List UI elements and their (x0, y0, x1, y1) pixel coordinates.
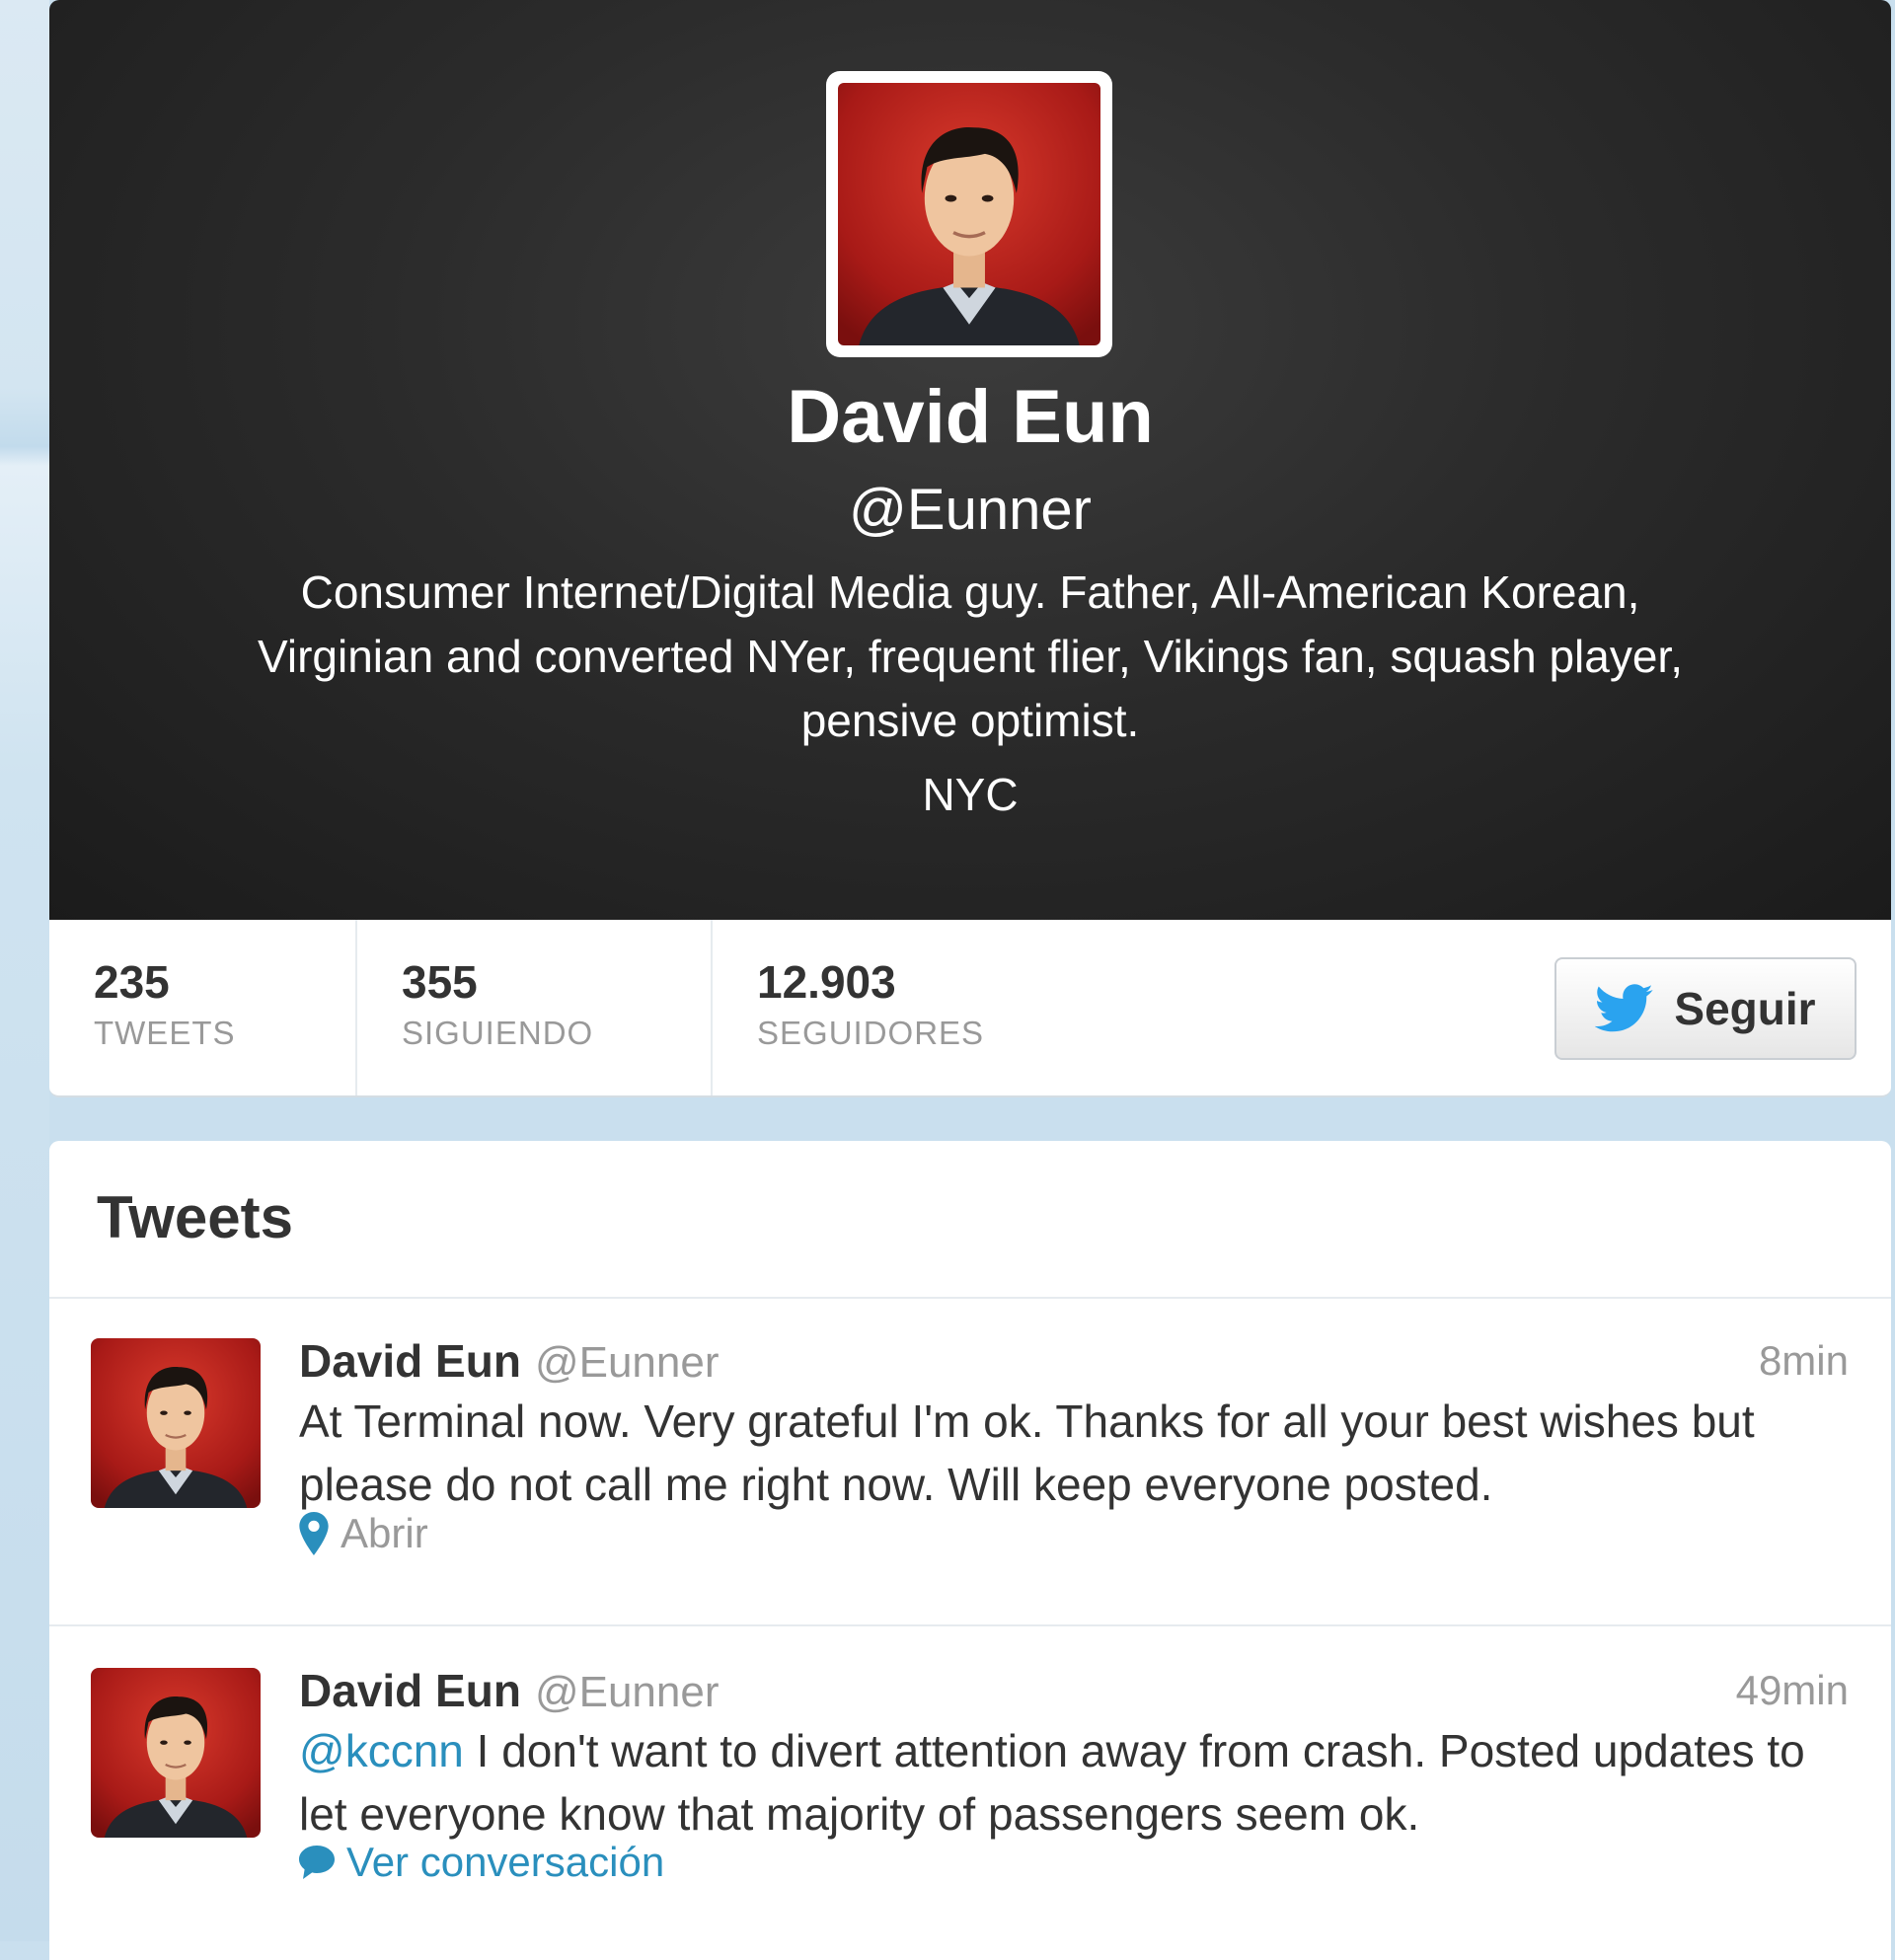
location-pin-icon (299, 1512, 329, 1555)
tweet-avatar[interactable] (91, 1668, 261, 1838)
tweet-action-label: Abrir (341, 1510, 428, 1556)
page-background (0, 0, 49, 1941)
tweet-item[interactable]: David Eun @Eunner 49min @kccnn I don't wa… (49, 1668, 1891, 1915)
view-conversation-link[interactable]: Ver conversación (299, 1842, 664, 1883)
tweet-text: At Terminal now. Very grateful I'm ok. T… (299, 1395, 1755, 1510)
tweet-timestamp[interactable]: 8min (1759, 1340, 1849, 1382)
stat-followers[interactable]: 12.903 SEGUIDORES (713, 920, 1107, 1095)
tweet-author-name: David Eun (299, 1665, 521, 1716)
tweets-timeline: Tweets David Eun @Eunner 8min At Terminal… (49, 1141, 1891, 1960)
timeline-divider (49, 1297, 1891, 1299)
profile-bio: Consumer Internet/Digital Media guy. Fat… (258, 566, 1683, 746)
tweet-item[interactable]: David Eun @Eunner 8min At Terminal now. V… (49, 1338, 1891, 1575)
profile-stats: 235 TWEETS 355 SIGUIENDO 12.903 SEGUIDOR… (49, 920, 1891, 1097)
profile-handle: @Eunner (849, 478, 1092, 542)
profile-card: David Eun @Eunner Consumer Internet/Digi… (49, 0, 1891, 1097)
tweet-author[interactable]: David Eun @Eunner (299, 1668, 720, 1714)
profile-avatar[interactable] (826, 71, 1112, 357)
stat-following-label: SIGUIENDO (402, 1015, 594, 1051)
follow-button-label: Seguir (1674, 983, 1816, 1034)
tweets-heading: Tweets (97, 1184, 293, 1250)
stat-followers-label: SEGUIDORES (757, 1015, 985, 1051)
profile-location: NYC (922, 769, 1019, 820)
tweet-expand-link[interactable]: Abrir (299, 1512, 428, 1555)
tweet-author-name: David Eun (299, 1335, 521, 1387)
profile-name: David Eun (787, 375, 1154, 459)
twitter-bird-icon (1595, 984, 1654, 1032)
tweet-avatar-photo (91, 1668, 261, 1838)
tweet-author-handle: @Eunner (534, 1338, 720, 1387)
stat-tweets-count: 235 (94, 956, 170, 1008)
stat-followers-count: 12.903 (757, 956, 896, 1008)
timeline-divider (49, 1624, 1891, 1626)
tweet-avatar-photo (91, 1338, 261, 1508)
profile-header: David Eun @Eunner Consumer Internet/Digi… (49, 0, 1891, 920)
stat-following-count: 355 (402, 956, 478, 1008)
stat-following[interactable]: 355 SIGUIENDO (357, 920, 711, 1095)
tweet-text: @kccnn I don't want to divert attention … (299, 1719, 1849, 1846)
tweet-text-body: I don't want to divert attention away fr… (299, 1725, 1805, 1840)
tweet-avatar[interactable] (91, 1338, 261, 1508)
profile-photo (838, 83, 1100, 345)
stat-tweets-label: TWEETS (94, 1015, 236, 1051)
tweet-author[interactable]: David Eun @Eunner (299, 1338, 720, 1385)
follow-button[interactable]: Seguir (1554, 957, 1857, 1060)
tweet-mention-link[interactable]: @kccnn (299, 1725, 464, 1776)
stat-tweets[interactable]: 235 TWEETS (49, 920, 355, 1095)
speech-bubble-icon (299, 1846, 335, 1879)
tweet-author-handle: @Eunner (534, 1668, 720, 1716)
tweet-timestamp[interactable]: 49min (1736, 1670, 1849, 1711)
tweet-action-label: Ver conversación (346, 1839, 665, 1885)
